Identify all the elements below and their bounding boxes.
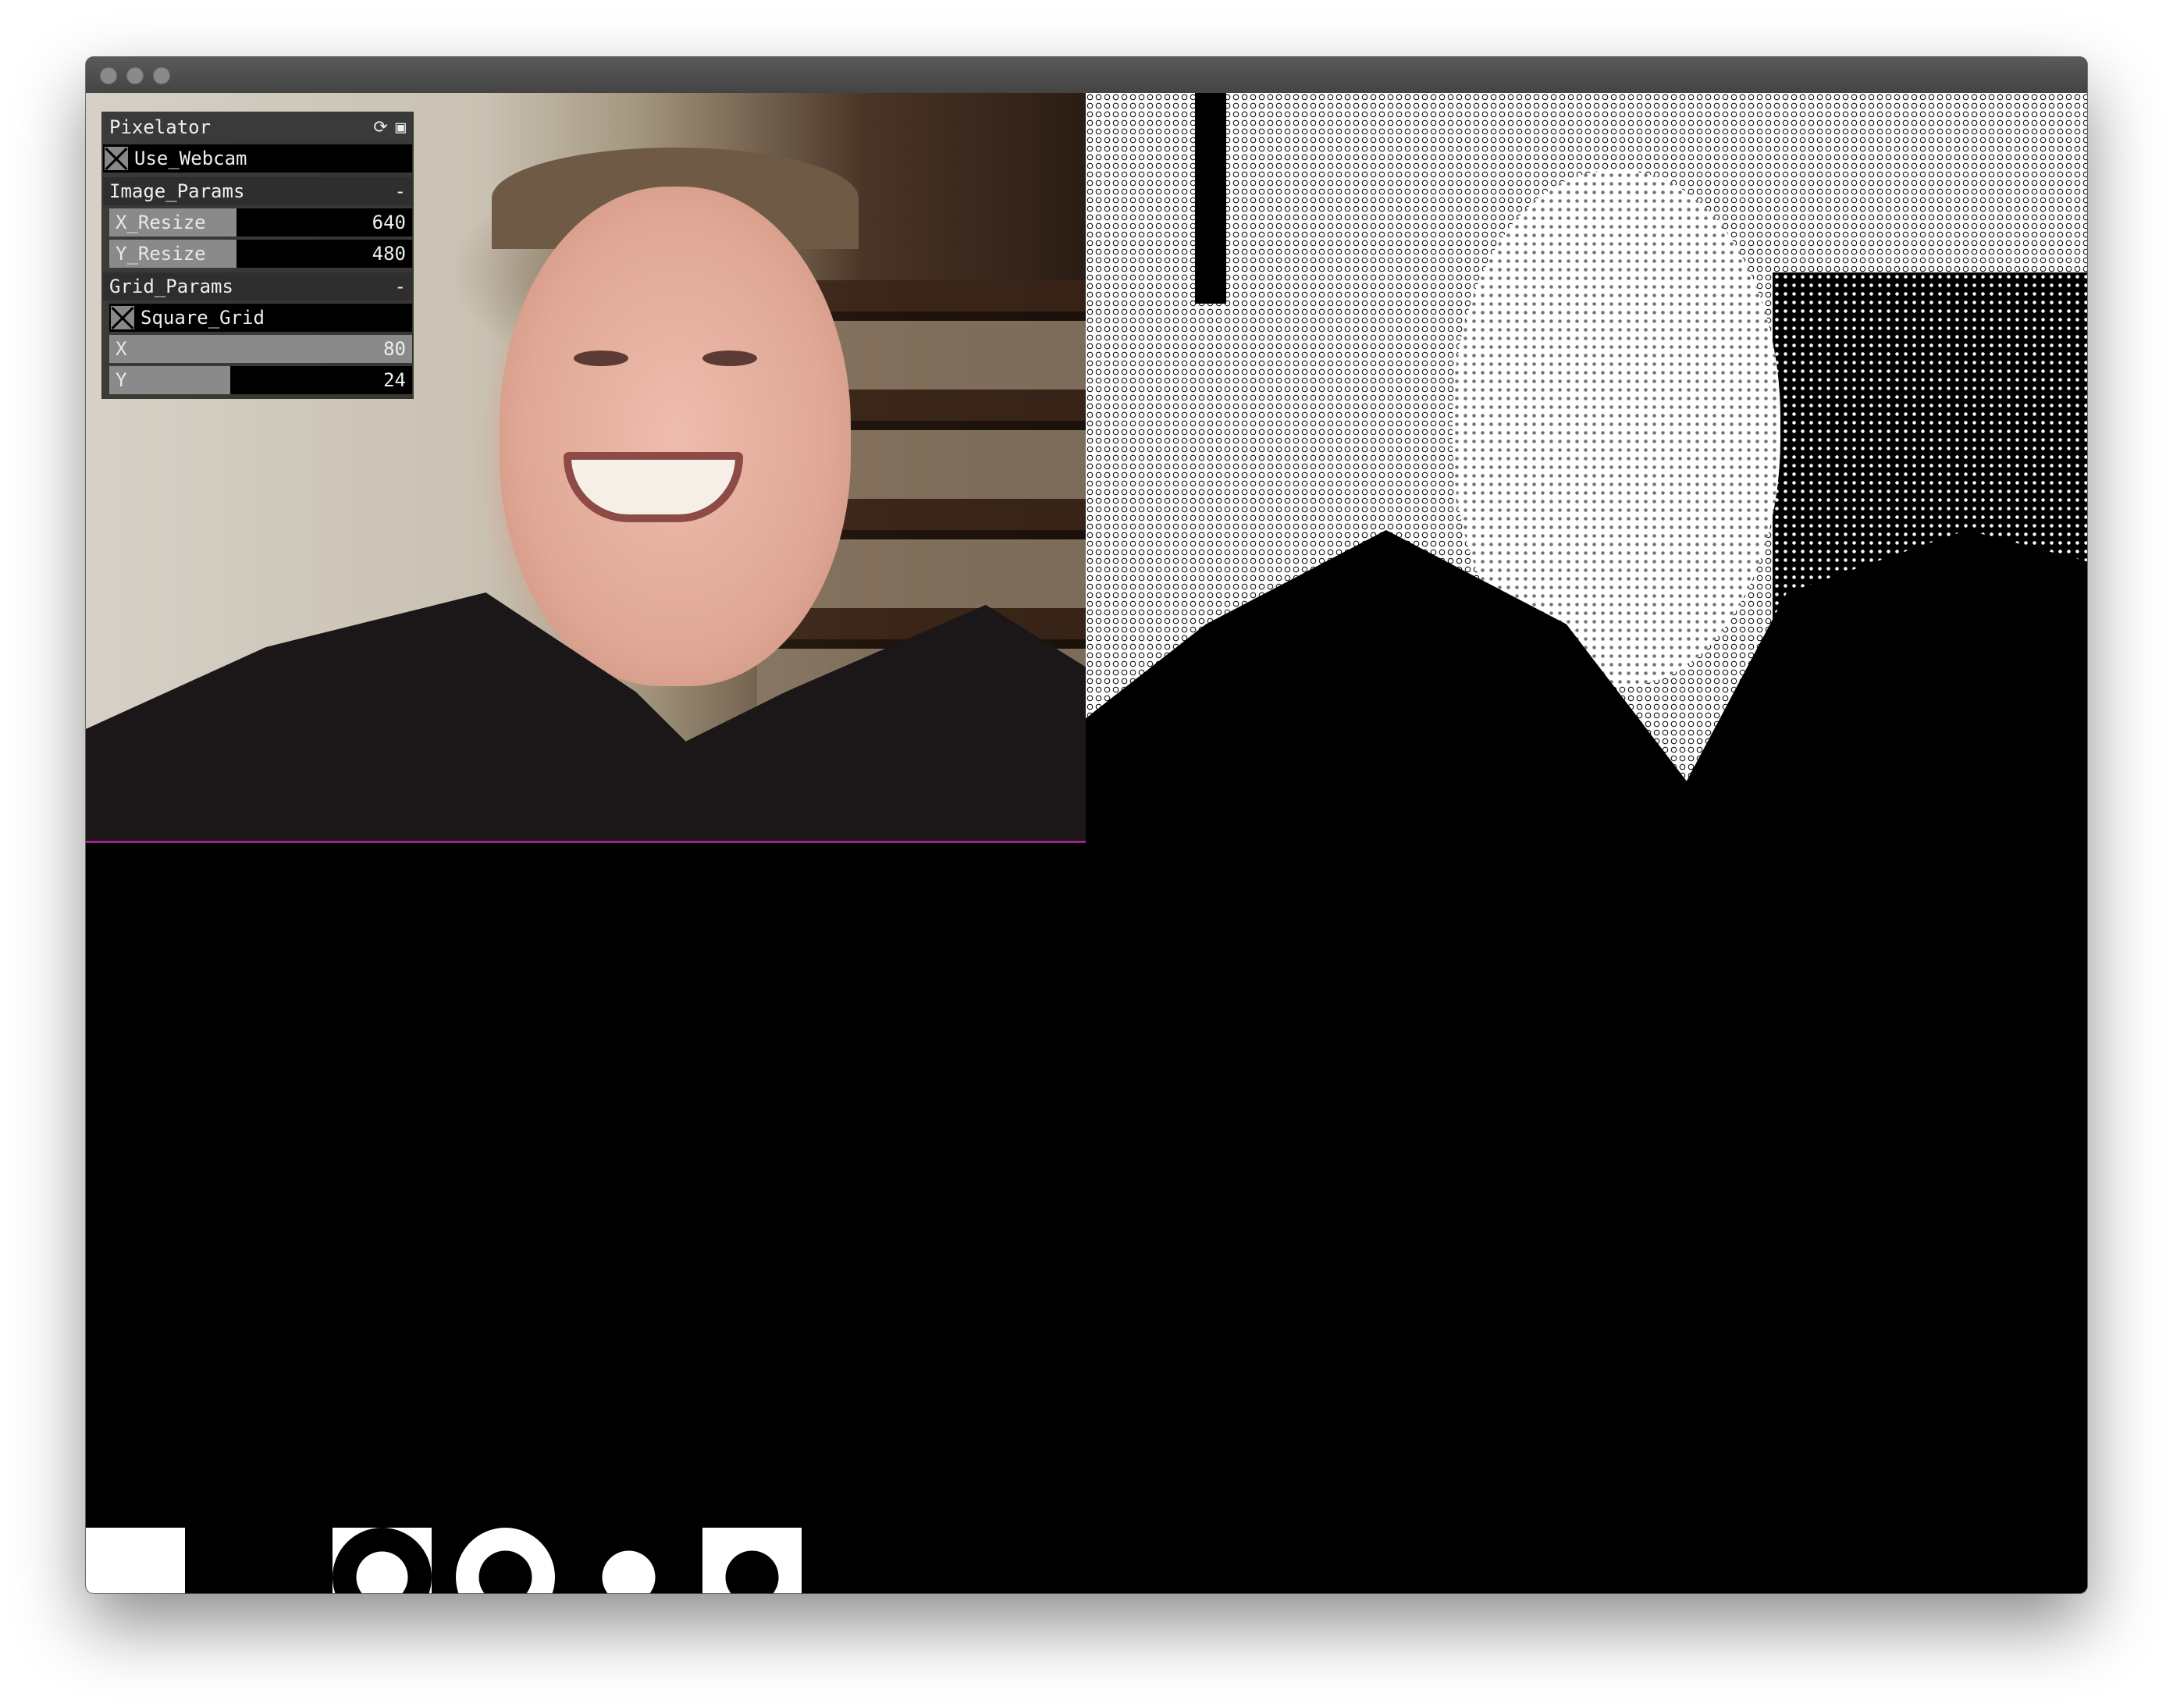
grid-x-label: X: [116, 338, 127, 360]
grid-y-slider[interactable]: Y 24: [109, 366, 412, 394]
grid-params-title: Grid_Params: [109, 276, 233, 297]
image-params-title: Image_Params: [109, 180, 245, 202]
collapse-icon[interactable]: -: [395, 276, 406, 297]
y-resize-label: Y_Resize: [116, 243, 206, 265]
shape-tile-black-dot-on-white: [702, 1528, 802, 1593]
shape-tile-white-ring: [456, 1528, 555, 1593]
grid-params-group-header[interactable]: Grid_Params -: [103, 272, 412, 301]
collapse-icon[interactable]: -: [395, 180, 406, 202]
face: [500, 187, 851, 686]
x-resize-value: 640: [372, 212, 406, 233]
square-grid-label: Square_Grid: [140, 307, 265, 329]
grid-x-value: 80: [383, 338, 406, 360]
y-resize-slider[interactable]: Y_Resize 480: [109, 240, 412, 268]
use-webcam-label: Use_Webcam: [134, 148, 247, 169]
maximize-window-button[interactable]: [153, 67, 170, 84]
render-canvas: Pixelator ⟳ ▣ Use_Webcam Image_Params - …: [86, 93, 2087, 1593]
title-bar[interactable]: [86, 57, 2087, 94]
square-grid-toggle[interactable]: Square_Grid: [109, 304, 412, 332]
halftone-preview: [1086, 93, 2087, 844]
webcam-bottom-border: [86, 841, 1086, 843]
grid-y-label: Y: [116, 369, 127, 391]
left-eye: [574, 350, 628, 366]
image-params-group-header[interactable]: Image_Params -: [103, 177, 412, 205]
shape-tile-ring-on-white: [333, 1528, 432, 1593]
grid-y-value: 24: [383, 369, 406, 391]
minimize-window-button[interactable]: [126, 67, 144, 84]
pixelator-panel: Pixelator ⟳ ▣ Use_Webcam Image_Params - …: [101, 112, 414, 399]
x-resize-label: X_Resize: [116, 212, 206, 233]
shape-tile-white-dot: [579, 1528, 678, 1593]
close-window-button[interactable]: [100, 67, 117, 84]
x-resize-slider[interactable]: X_Resize 640: [109, 208, 412, 237]
panel-header[interactable]: Pixelator ⟳ ▣: [103, 113, 412, 141]
use-webcam-toggle[interactable]: Use_Webcam: [103, 144, 412, 173]
refresh-icon[interactable]: ⟳: [373, 118, 387, 137]
panel-title: Pixelator: [109, 116, 212, 138]
halftone-dark-post: [1195, 93, 1226, 304]
checkbox-cross-icon[interactable]: [111, 306, 134, 329]
right-eye: [702, 350, 757, 366]
grid-x-slider[interactable]: X 80: [109, 335, 412, 363]
checkbox-cross-icon[interactable]: [105, 147, 128, 170]
y-resize-value: 480: [372, 243, 406, 265]
save-icon[interactable]: ▣: [396, 118, 406, 137]
shape-tile-solid-square: [86, 1528, 185, 1593]
app-window: Pixelator ⟳ ▣ Use_Webcam Image_Params - …: [86, 57, 2087, 1593]
